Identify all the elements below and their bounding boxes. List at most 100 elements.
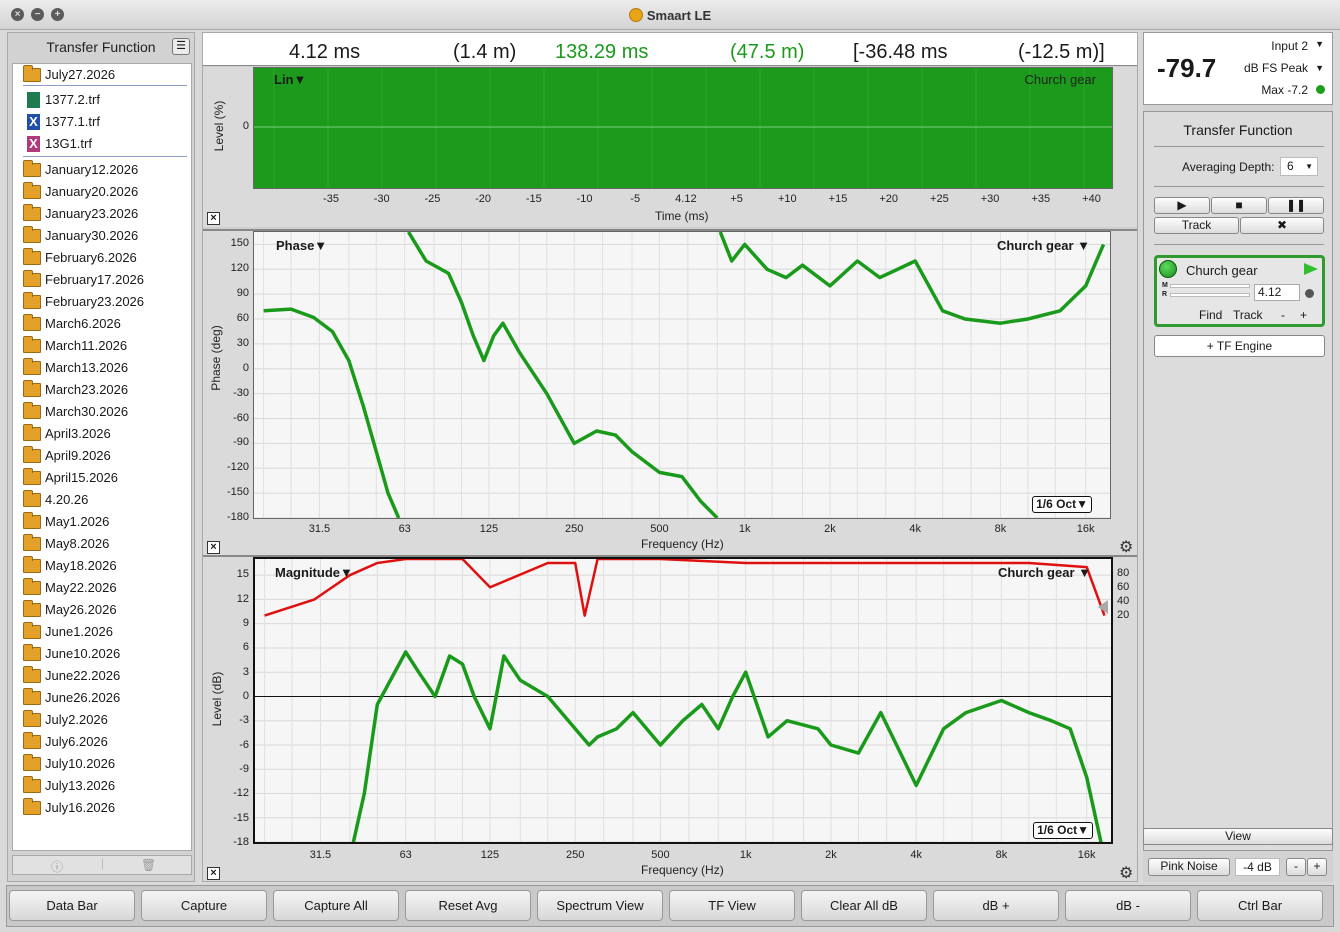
folder-item[interactable]: January20.2026 — [13, 181, 191, 203]
control-bar-button-db[interactable]: dB + — [933, 890, 1059, 921]
magnitude-title-dropdown[interactable]: Magnitude▼ — [275, 565, 353, 580]
folder-item[interactable]: February6.2026 — [13, 247, 191, 269]
magnitude-plot[interactable]: Magnitude▼ Church gear ▼ 1/6 Oct▼ — [253, 557, 1113, 844]
units-chevron-down-icon[interactable]: ▼ — [1315, 63, 1324, 73]
folder-item[interactable]: July10.2026 — [13, 753, 191, 775]
control-bar-button-data-bar[interactable]: Data Bar — [9, 890, 135, 921]
add-tf-engine-button[interactable]: + TF Engine — [1154, 335, 1325, 357]
coherence-threshold-handle[interactable] — [1098, 600, 1108, 614]
folder-item[interactable]: July2.2026 — [13, 709, 191, 731]
folder-item[interactable]: January12.2026 — [13, 159, 191, 181]
folder-item[interactable]: May1.2026 — [13, 511, 191, 533]
folder-label: January20.2026 — [45, 184, 139, 199]
folder-item-open[interactable]: July27.2026 — [13, 64, 191, 86]
x-tick-label: +30 — [980, 193, 1000, 205]
play-button[interactable]: ▶ — [1154, 197, 1210, 214]
folder-item[interactable]: July16.2026 — [13, 797, 191, 819]
folder-item[interactable]: February23.2026 — [13, 291, 191, 313]
y-tick-label: -60 — [233, 411, 249, 424]
folder-item[interactable]: March23.2026 — [13, 379, 191, 401]
tools-icon[interactable]: ✖ — [1240, 217, 1324, 234]
folder-item[interactable]: July6.2026 — [13, 731, 191, 753]
phase-settings-gear-icon[interactable]: ⚙ — [1119, 537, 1133, 557]
control-bar-button-db[interactable]: dB - — [1065, 890, 1191, 921]
folder-icon — [23, 776, 41, 793]
view-button[interactable]: View — [1143, 828, 1333, 845]
control-bar-button-tf-view[interactable]: TF View — [669, 890, 795, 921]
folder-item[interactable]: March11.2026 — [13, 335, 191, 357]
folder-item[interactable]: May18.2026 — [13, 555, 191, 577]
folder-item[interactable]: June1.2026 — [13, 621, 191, 643]
delay-minus-button[interactable]: - — [1281, 308, 1285, 322]
folder-item[interactable]: July13.2026 — [13, 775, 191, 797]
close-phase-pane-button[interactable]: × — [207, 541, 220, 554]
close-magnitude-pane-button[interactable]: × — [207, 867, 220, 880]
folder-item[interactable]: April3.2026 — [13, 423, 191, 445]
impulse-waveform — [254, 68, 1112, 188]
close-impulse-pane-button[interactable]: × — [207, 212, 220, 225]
engine-track-button[interactable]: Track — [1233, 308, 1263, 322]
engine-on-icon[interactable] — [1159, 260, 1177, 278]
folder-item[interactable]: May8.2026 — [13, 533, 191, 555]
stop-button[interactable]: ■ — [1211, 197, 1267, 214]
file-label: 1377.1.trf — [45, 114, 100, 129]
noise-level-field[interactable]: -4 dB — [1235, 858, 1280, 876]
folder-icon — [23, 512, 41, 529]
phase-title-dropdown[interactable]: Phase▼ — [276, 238, 327, 253]
folder-item[interactable]: 4.20.26 — [13, 489, 191, 511]
tf-engine-church-gear[interactable]: Church gear M R 4.12 Find Track - + — [1154, 255, 1325, 327]
control-bar-button-capture[interactable]: Capture — [141, 890, 267, 921]
impulse-mode-dropdown[interactable]: Lin▼ — [274, 72, 306, 87]
input-chevron-down-icon[interactable]: ▼ — [1315, 39, 1324, 49]
control-bar-button-reset-avg[interactable]: Reset Avg — [405, 890, 531, 921]
pause-button[interactable]: ❚❚ — [1268, 197, 1324, 214]
pink-noise-button[interactable]: Pink Noise — [1148, 858, 1230, 876]
find-button[interactable]: Find — [1199, 308, 1222, 322]
trash-icon[interactable]: 🗑 — [141, 858, 156, 872]
input-select[interactable]: Input 2 — [1271, 39, 1308, 53]
folder-item[interactable]: April9.2026 — [13, 445, 191, 467]
folder-item[interactable]: June10.2026 — [13, 643, 191, 665]
file-label: 1377.2.trf — [45, 92, 100, 107]
engine-delay-field[interactable]: 4.12 — [1254, 284, 1300, 301]
phase-source-dropdown[interactable]: Church gear ▼ — [997, 238, 1090, 253]
folder-item[interactable]: June22.2026 — [13, 665, 191, 687]
noise-plus-button[interactable]: + — [1307, 858, 1327, 876]
meter-units-select[interactable]: dB FS Peak — [1244, 61, 1308, 75]
folder-item[interactable]: January23.2026 — [13, 203, 191, 225]
folder-item[interactable]: June26.2026 — [13, 687, 191, 709]
file-list[interactable]: July27.2026 1377.2.trf X 1377.1.trf X 13G1.tr… — [12, 63, 192, 851]
folder-item[interactable]: February17.2026 — [13, 269, 191, 291]
control-bar-button-clear-all-db[interactable]: Clear All dB — [801, 890, 927, 921]
folder-icon — [23, 314, 41, 331]
control-bar-button-capture-all[interactable]: Capture All — [273, 890, 399, 921]
x-tick-label: -15 — [525, 193, 542, 205]
file-item[interactable]: 1377.2.trf — [13, 89, 191, 111]
phase-smoothing-dropdown[interactable]: 1/6 Oct▼ — [1032, 496, 1092, 513]
control-bar-button-spectrum-view[interactable]: Spectrum View — [537, 890, 663, 921]
impulse-plot[interactable]: Lin▼ Church gear — [253, 67, 1113, 189]
control-bar-button-ctrl-bar[interactable]: Ctrl Bar — [1197, 890, 1323, 921]
magnitude-smoothing-dropdown[interactable]: 1/6 Oct▼ — [1033, 822, 1093, 839]
info-icon[interactable]: ⓘ — [51, 858, 63, 875]
folder-item[interactable]: March13.2026 — [13, 357, 191, 379]
phase-plot[interactable]: Phase▼ Church gear ▼ 1/6 Oct▼ — [253, 231, 1111, 519]
magnitude-settings-gear-icon[interactable]: ⚙ — [1119, 863, 1133, 883]
folder-item[interactable]: March30.2026 — [13, 401, 191, 423]
delay-plus-button[interactable]: + — [1300, 308, 1307, 322]
folder-item[interactable]: May26.2026 — [13, 599, 191, 621]
folder-item[interactable]: March6.2026 — [13, 313, 191, 335]
averaging-depth-select[interactable]: 6 ▼ — [1280, 157, 1318, 176]
phase-trace-1 — [407, 232, 719, 518]
folder-item[interactable]: May22.2026 — [13, 577, 191, 599]
track-button[interactable]: Track — [1154, 217, 1239, 234]
file-item[interactable]: X 1377.1.trf — [13, 111, 191, 133]
noise-minus-button[interactable]: - — [1286, 858, 1306, 876]
file-item[interactable]: X 13G1.trf — [13, 133, 191, 155]
magnitude-source-dropdown[interactable]: Church gear ▼ — [998, 565, 1091, 580]
engine-play-icon[interactable] — [1304, 263, 1318, 275]
x-tick-label: +20 — [879, 193, 899, 205]
folder-item[interactable]: April15.2026 — [13, 467, 191, 489]
folder-item[interactable]: January30.2026 — [13, 225, 191, 247]
file-browser-menu-button[interactable]: ☰ — [172, 38, 190, 55]
